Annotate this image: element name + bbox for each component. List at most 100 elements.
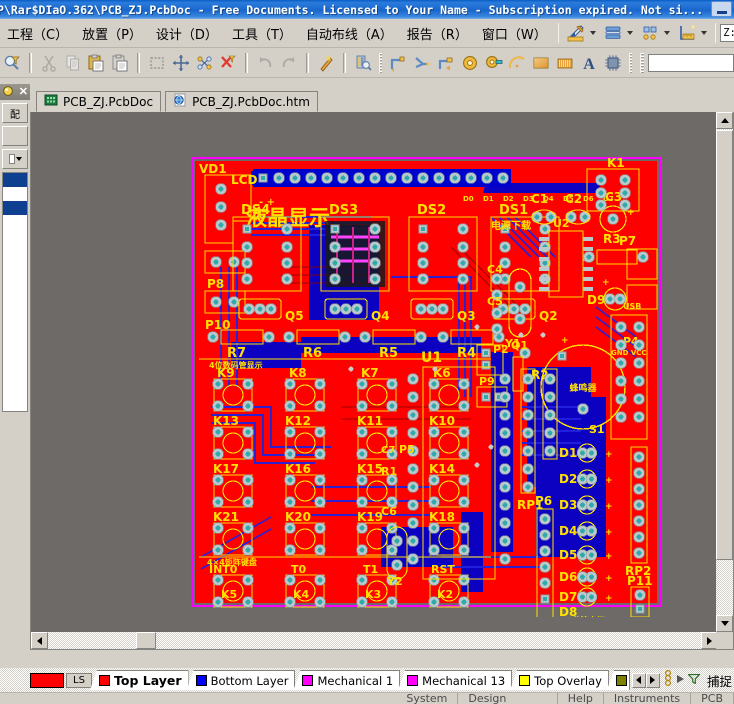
highlight-wand-icon[interactable]	[315, 52, 337, 74]
pcb-layout-drawing[interactable]: LCD VD1 D0D1 D2D3 D4D5 D6D7 液晶显示 - +	[191, 157, 671, 617]
layer-tab-bottom-layer[interactable]: Bottom Layer	[186, 670, 296, 690]
pin-icon[interactable]	[2, 85, 14, 100]
align-icon[interactable]	[194, 52, 216, 74]
scroll-left-button[interactable]	[31, 632, 48, 649]
place-string-icon[interactable]: A	[578, 52, 600, 74]
layer-prev-button[interactable]	[631, 672, 646, 688]
path-field[interactable]: Z:\TEMP\Rar$DIaO.36	[720, 24, 734, 42]
list-item[interactable]	[3, 201, 27, 215]
menu-autoroute[interactable]: 自动布线（A）	[299, 21, 400, 46]
menu-project[interactable]: 工程（C）	[0, 21, 75, 46]
left-panel-button-1[interactable]: 配	[2, 103, 28, 123]
horizontal-scroll-thumb[interactable]	[136, 632, 156, 649]
component-placement-icon[interactable]	[638, 22, 662, 44]
silk-k14: K14	[429, 462, 455, 476]
silk-k8: K8	[289, 366, 307, 380]
silk-p9: P9	[479, 375, 495, 388]
zoom-filter-icon[interactable]	[1, 52, 23, 74]
list-item[interactable]	[3, 187, 27, 201]
layer-tab-top-layer[interactable]: Top Layer	[90, 670, 189, 690]
toolbar-grip-2[interactable]	[714, 23, 717, 43]
menu-reports[interactable]: 报告（R）	[400, 21, 475, 46]
play-icon[interactable]	[676, 671, 685, 689]
document-tabs: PCB_ZJ.PcbDoc PCB_ZJ.PcbDoc.htm	[36, 88, 734, 112]
place-polyline-icon[interactable]	[435, 52, 457, 74]
toolbar-grip-3[interactable]	[378, 52, 383, 73]
status-system[interactable]: System	[396, 693, 459, 704]
toolbar-separator-2	[137, 52, 141, 73]
vertical-scrollbar[interactable]	[716, 112, 733, 632]
scroll-up-button[interactable]	[716, 112, 733, 129]
place-polygon-icon[interactable]	[554, 52, 576, 74]
menu-window[interactable]: 窗口（W）	[475, 21, 554, 46]
search-input[interactable]	[648, 53, 734, 72]
layer-stack-icon[interactable]	[663, 669, 673, 691]
design-rule-check-icon[interactable]	[564, 22, 588, 44]
silk-q2: Q2	[539, 309, 558, 323]
list-item[interactable]	[3, 243, 27, 257]
layer-tab-mechanical-13[interactable]: Mechanical 13	[398, 670, 513, 690]
copy-icon[interactable]	[62, 52, 84, 74]
left-panel-dropdown[interactable]	[2, 149, 28, 169]
design-rule-check-dropdown-icon[interactable]	[589, 31, 596, 35]
vertical-scroll-thumb[interactable]	[716, 130, 733, 560]
place-track-icon[interactable]	[387, 52, 409, 74]
svg-text:D6: D6	[583, 195, 594, 203]
redo-icon[interactable]	[278, 52, 300, 74]
horizontal-scrollbar[interactable]	[31, 632, 718, 649]
toolbar-grip-1[interactable]	[557, 23, 559, 43]
status-instruments[interactable]: Instruments	[604, 693, 692, 704]
menu-tools[interactable]: 工具（T）	[225, 21, 299, 46]
list-item[interactable]	[3, 173, 27, 187]
menu-place[interactable]: 放置（P）	[75, 21, 149, 46]
silk-ds3: DS3	[329, 203, 358, 218]
board-layers-icon[interactable]	[601, 22, 625, 44]
list-item[interactable]	[3, 229, 27, 243]
layer-tab-mechanical-1[interactable]: Mechanical 1	[293, 670, 401, 690]
undo-icon[interactable]	[254, 52, 276, 74]
status-design-compiler[interactable]: Design Compiler	[458, 693, 558, 704]
layer-set-button[interactable]: LS	[66, 672, 92, 688]
place-via-icon[interactable]	[483, 52, 505, 74]
place-arc-icon[interactable]	[506, 52, 528, 74]
component-placement-dropdown-icon[interactable]	[663, 31, 670, 35]
doc-tab-htm[interactable]: PCB_ZJ.PcbDoc.htm	[165, 91, 318, 112]
cut-icon[interactable]	[38, 52, 60, 74]
status-help[interactable]: Help	[558, 693, 604, 704]
paste-icon[interactable]	[85, 52, 107, 74]
scroll-down-button[interactable]	[716, 615, 733, 632]
silk-k15: K15	[357, 462, 383, 476]
measure-ruler-icon[interactable]	[675, 22, 699, 44]
browse-component-icon[interactable]	[352, 52, 374, 74]
layer-tab-extra[interactable]	[606, 670, 630, 690]
toolbar-separator-4	[306, 52, 309, 73]
select-area-icon[interactable]	[146, 52, 168, 74]
clear-selection-icon[interactable]	[218, 52, 240, 74]
move-icon[interactable]	[170, 52, 192, 74]
layer-next-button[interactable]	[645, 672, 660, 688]
toolbar-grip-4[interactable]	[628, 52, 633, 73]
measure-ruler-dropdown-icon[interactable]	[700, 31, 707, 35]
board-layers-dropdown-icon[interactable]	[626, 31, 633, 35]
toolbar-grip-5[interactable]	[640, 52, 645, 73]
minimize-button[interactable]	[711, 1, 732, 17]
pcb-canvas[interactable]: LCD VD1 D0D1 D2D3 D4D5 D6D7 液晶显示 - +	[31, 112, 717, 632]
place-component-icon[interactable]	[602, 52, 624, 74]
left-panel-button-2[interactable]	[2, 126, 28, 146]
doc-tab-pcbdoc[interactable]: PCB_ZJ.PcbDoc	[36, 91, 162, 112]
paste-special-icon[interactable]	[109, 52, 131, 74]
list-item[interactable]	[3, 215, 27, 229]
close-icon[interactable]: ✕	[19, 87, 28, 98]
place-pad-icon[interactable]	[459, 52, 481, 74]
menu-design[interactable]: 设计（D）	[149, 21, 225, 46]
status-pcb[interactable]: PCB	[691, 693, 734, 704]
filter-icon[interactable]	[687, 671, 701, 689]
layer-tab-top-overlay[interactable]: Top Overlay	[510, 670, 609, 690]
left-panel-list[interactable]	[2, 172, 28, 412]
silk-k18: K18	[429, 510, 455, 524]
place-fill-icon[interactable]	[530, 52, 552, 74]
silk-8led-runner: 8位流水灯	[567, 615, 605, 617]
silk-k7: K7	[361, 366, 379, 380]
place-line-icon[interactable]	[411, 52, 433, 74]
snap-button[interactable]: 捕捉	[707, 671, 732, 690]
